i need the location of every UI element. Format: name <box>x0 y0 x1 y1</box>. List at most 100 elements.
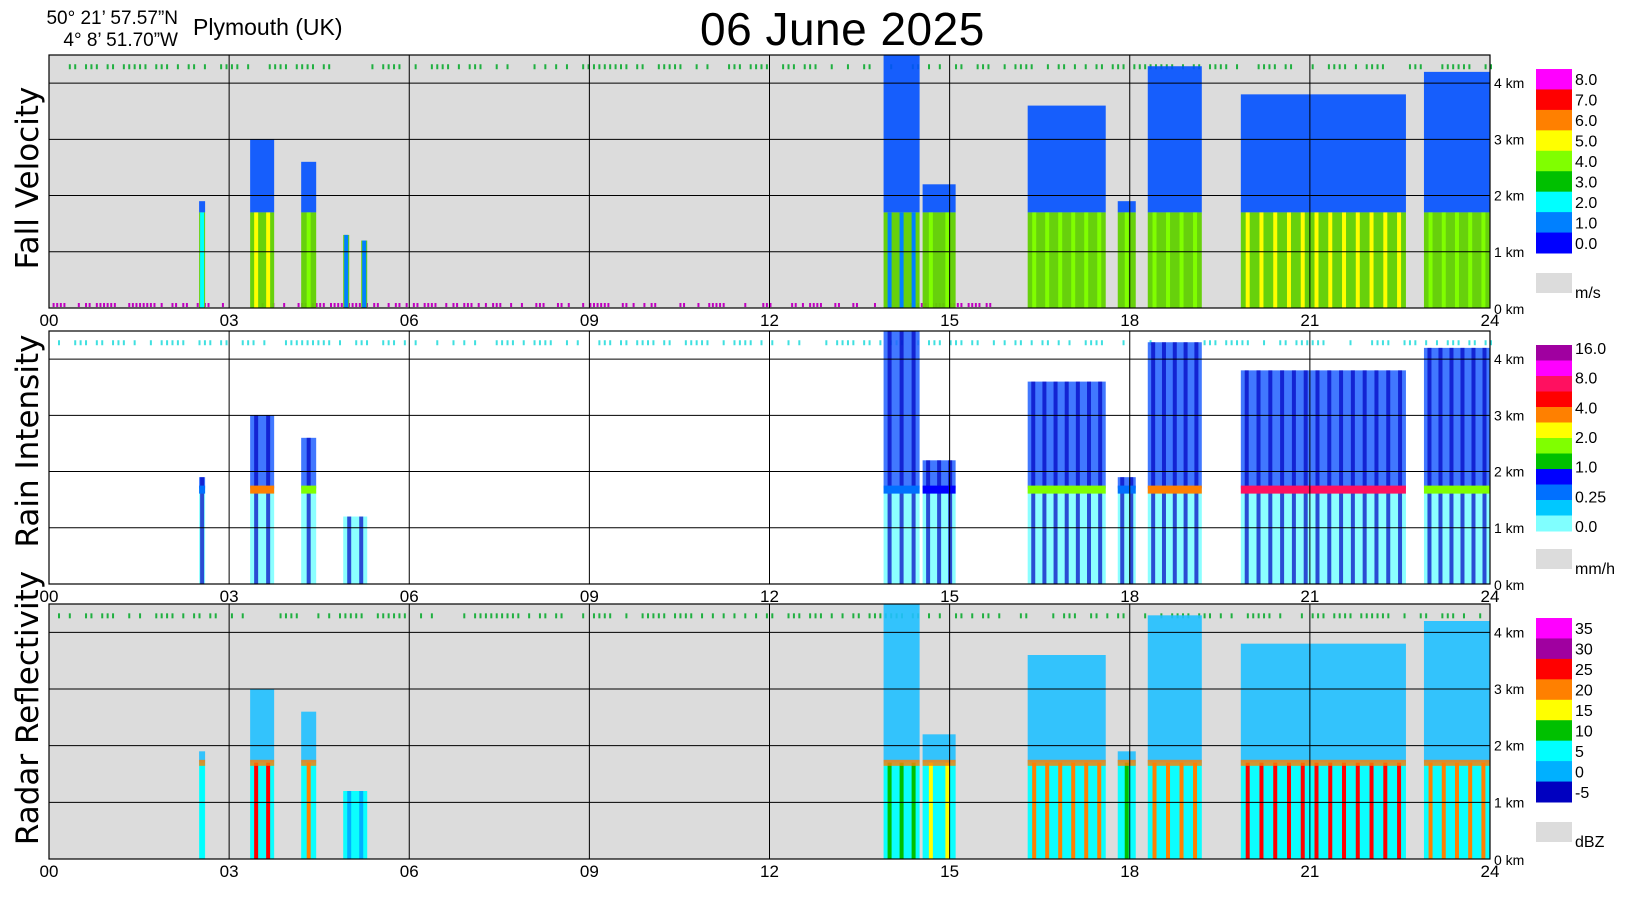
clutter-mark <box>295 613 298 619</box>
clutter-mark <box>1025 613 1028 619</box>
clutter-mark <box>328 613 331 619</box>
colorbar-swatch <box>1536 484 1572 501</box>
clutter-mark <box>236 64 239 70</box>
clutter-mark <box>1263 64 1266 70</box>
clutter-mark <box>1381 340 1384 346</box>
ground-clutter-mark <box>852 303 855 307</box>
clutter-mark <box>1095 340 1098 346</box>
core-streak <box>266 762 271 859</box>
core-streak <box>887 762 892 859</box>
clutter-mark <box>873 613 876 619</box>
colorbar-tick-label: 8.0 <box>1575 72 1597 89</box>
precip-event <box>199 751 206 859</box>
clutter-mark <box>647 340 650 346</box>
clutter-mark <box>1333 613 1336 619</box>
rain-streak <box>347 516 352 584</box>
colorbar-tick-label: 10 <box>1575 723 1593 740</box>
precip-event <box>1027 381 1106 584</box>
bright-band <box>250 485 275 494</box>
core-streak <box>1032 762 1037 859</box>
ground-clutter-mark <box>809 303 812 307</box>
panel-radar-reflectivity: 00 03 06 09 12 15 18 21 240 km1 km2 km3 km4 km 35… <box>40 603 1605 881</box>
clutter-mark <box>1338 64 1341 70</box>
lower-column <box>1240 212 1406 308</box>
clutter-mark <box>95 340 98 346</box>
upper-column <box>1027 655 1106 763</box>
clutter-mark <box>128 613 131 619</box>
x-tick-label: 09 <box>580 587 599 606</box>
clutter-mark <box>1203 613 1206 619</box>
core-streak <box>1397 212 1402 308</box>
clutter-mark <box>582 64 585 70</box>
clutter-mark <box>592 613 595 619</box>
clutter-mark <box>295 340 298 346</box>
clutter-mark <box>414 340 417 346</box>
clutter-mark <box>344 613 347 619</box>
ground-clutter-mark <box>110 303 113 307</box>
precip-event <box>199 477 206 584</box>
colorbar-tick-label: 30 <box>1575 642 1593 659</box>
y-tick-label: 1 km <box>1494 244 1524 260</box>
clutter-mark <box>971 613 974 619</box>
colorbar-swatch <box>1536 171 1572 193</box>
clutter-mark <box>668 340 671 346</box>
colorbar-swatch <box>1536 360 1572 377</box>
ground-clutter-mark <box>956 303 959 307</box>
precip-event <box>1117 201 1136 308</box>
ground-clutter-mark <box>697 303 700 307</box>
core-streak <box>1045 212 1050 308</box>
clutter-mark <box>1246 340 1249 346</box>
x-tick-label: 03 <box>220 311 239 330</box>
rain-streak <box>1161 342 1166 584</box>
clutter-mark <box>846 64 849 70</box>
core-streak <box>1273 212 1278 308</box>
clutter-mark <box>1003 64 1006 70</box>
colorbar-tick-label: 8.0 <box>1575 371 1597 388</box>
clutter-mark <box>501 340 504 346</box>
upper-column <box>922 184 956 213</box>
ground-clutter-mark <box>412 303 415 307</box>
core-streak <box>1058 212 1063 308</box>
core-streak <box>1383 762 1388 859</box>
clutter-mark <box>1214 64 1217 70</box>
mrr-timeheight-chart: 00 03 06 09 12 15 18 21 240 km1 km2 km3 km4 km 8.… <box>40 54 1615 881</box>
colorbar-unit-label: mm/h <box>1575 561 1615 578</box>
core-streak <box>1245 762 1250 859</box>
clutter-mark <box>436 64 439 70</box>
clutter-mark <box>987 64 990 70</box>
clutter-mark <box>825 340 828 346</box>
precip-event <box>1117 751 1136 859</box>
clutter-mark <box>1425 613 1428 619</box>
ground-clutter-mark <box>99 303 102 307</box>
clutter-mark <box>112 340 115 346</box>
rain-streak <box>1151 342 1156 584</box>
clutter-mark <box>160 340 163 346</box>
rain-streak <box>254 415 259 584</box>
core-streak <box>347 791 352 859</box>
core-streak <box>1166 212 1171 308</box>
clutter-mark <box>1257 64 1260 70</box>
clutter-mark <box>641 613 644 619</box>
clutter-mark <box>1452 64 1455 70</box>
clutter-mark <box>382 64 385 70</box>
upper-column <box>883 55 920 213</box>
precip-event <box>1423 71 1490 308</box>
ground-clutter-mark <box>456 303 459 307</box>
rain-streak <box>926 460 931 584</box>
clutter-mark <box>1468 64 1471 70</box>
ground-clutter-mark <box>683 303 686 307</box>
ground-clutter-mark <box>477 303 480 307</box>
clutter-mark <box>1387 340 1390 346</box>
core-streak <box>1300 212 1305 308</box>
clutter-mark <box>1403 613 1406 619</box>
rain-column <box>343 516 368 584</box>
clutter-mark <box>641 340 644 346</box>
core-streak <box>1193 762 1198 859</box>
x-tick-label: 15 <box>940 862 959 881</box>
clutter-mark <box>74 64 77 70</box>
colorbar-swatch <box>1536 232 1572 254</box>
precip-event <box>301 711 317 859</box>
colorbar-swatch <box>1536 89 1572 111</box>
clutter-mark <box>1446 613 1449 619</box>
clutter-mark <box>506 340 509 346</box>
